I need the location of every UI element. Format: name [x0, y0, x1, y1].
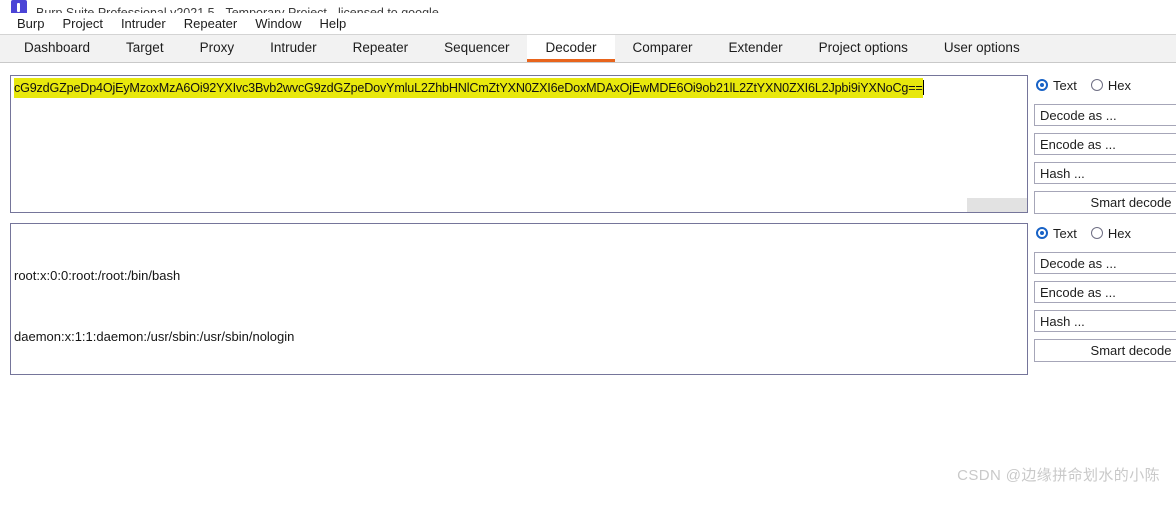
decoder-output-controls: Text Hex Decode as ... Encode as ... Has… [1030, 223, 1176, 369]
input-decode-as-button[interactable]: Decode as ... [1034, 104, 1176, 126]
input-hash-button[interactable]: Hash ... [1034, 162, 1176, 184]
input-radio-hex[interactable] [1090, 79, 1103, 91]
output-radio-text[interactable] [1036, 227, 1048, 239]
decoder-input-controls: Text Hex Decode as ... Encode as ... Has… [1030, 75, 1176, 221]
text-caret [922, 80, 924, 95]
tab-intruder[interactable]: Intruder [252, 35, 335, 62]
menu-item-window[interactable]: Window [246, 14, 310, 34]
output-line: daemon:x:1:1:daemon:/usr/sbin:/usr/sbin/… [14, 328, 295, 344]
tab-project-options[interactable]: Project options [801, 35, 926, 62]
output-radio-text-label: Text [1053, 225, 1077, 241]
window-titlebar: Burp Suite Professional v2021.5 - Tempor… [0, 0, 1176, 13]
tab-target[interactable]: Target [108, 35, 182, 62]
output-line: root:x:0:0:root:/root:/bin/bash [14, 268, 181, 283]
output-hash-button[interactable]: Hash ... [1034, 310, 1176, 332]
tab-proxy[interactable]: Proxy [182, 35, 253, 62]
menu-item-burp[interactable]: Burp [8, 14, 53, 34]
input-format-radio-group: Text Hex [1036, 75, 1176, 95]
input-radio-text[interactable] [1036, 79, 1048, 91]
output-decode-as-button[interactable]: Decode as ... [1034, 252, 1176, 274]
output-radio-hex[interactable] [1090, 227, 1103, 239]
decoder-output-panel[interactable]: root:x:0:0:root:/root:/bin/bash daemon:x… [10, 223, 1028, 375]
main-tabbar: Dashboard Target Proxy Intruder Repeater… [0, 35, 1176, 63]
decoder-input-panel[interactable]: cG9zdGZpeDp4OjEyMzoxMzA6Oi92YXIvc3Bvb2wv… [10, 75, 1028, 213]
menubar: Burp Project Intruder Repeater Window He… [0, 13, 1176, 35]
tab-decoder[interactable]: Decoder [527, 35, 615, 62]
output-encode-as-button[interactable]: Encode as ... [1034, 281, 1176, 303]
tab-dashboard[interactable]: Dashboard [6, 35, 108, 62]
decoder-input-textarea[interactable]: cG9zdGZpeDp4OjEyMzoxMzA6Oi92YXIvc3Bvb2wv… [11, 76, 1027, 212]
tab-extender[interactable]: Extender [711, 35, 801, 62]
input-horizontal-scrollbar[interactable] [11, 198, 1027, 212]
menu-item-help[interactable]: Help [310, 14, 355, 34]
output-smart-decode-button[interactable]: Smart decode [1034, 339, 1176, 362]
input-radio-hex-label: Hex [1107, 77, 1131, 93]
window-title: Burp Suite Professional v2021.5 - Tempor… [36, 6, 439, 14]
burp-logo-icon [11, 0, 27, 13]
output-format-radio-group: Text Hex [1036, 223, 1176, 243]
decoder-output-textarea[interactable]: root:x:0:0:root:/root:/bin/bash daemon:x… [11, 224, 1027, 374]
input-encode-as-button[interactable]: Encode as ... [1034, 133, 1176, 155]
menu-item-repeater[interactable]: Repeater [175, 14, 246, 34]
tab-repeater[interactable]: Repeater [335, 35, 427, 62]
menu-item-intruder[interactable]: Intruder [112, 14, 175, 34]
tab-comparer[interactable]: Comparer [615, 35, 711, 62]
input-smart-decode-button[interactable]: Smart decode [1034, 191, 1176, 214]
tab-sequencer[interactable]: Sequencer [426, 35, 527, 62]
output-radio-hex-label: Hex [1107, 225, 1131, 241]
decoder-input-value[interactable]: cG9zdGZpeDp4OjEyMzoxMzA6Oi92YXIvc3Bvb2wv… [14, 78, 923, 98]
decoder-workspace: cG9zdGZpeDp4OjEyMzoxMzA6Oi92YXIvc3Bvb2wv… [0, 63, 1176, 496]
tab-user-options[interactable]: User options [926, 35, 1038, 62]
csdn-watermark: CSDN @边缘拼命划水的小陈 [957, 467, 1160, 484]
input-radio-text-label: Text [1053, 77, 1077, 93]
menu-item-project[interactable]: Project [53, 14, 111, 34]
scrollbar-thumb[interactable] [967, 198, 1027, 212]
